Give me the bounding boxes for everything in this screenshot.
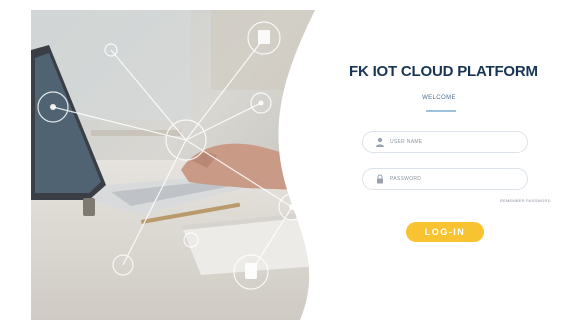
password-input[interactable] (390, 173, 520, 185)
login-page: FK IOT CLOUD PLATFORM WELCOME REMEMBER P… (0, 0, 570, 320)
password-field[interactable] (362, 168, 528, 190)
user-icon (376, 137, 384, 147)
lock-icon (377, 174, 383, 184)
username-field[interactable] (362, 131, 528, 153)
title-divider (426, 110, 456, 112)
login-button[interactable]: LOG-IN (406, 222, 484, 242)
username-input[interactable] (390, 136, 520, 148)
login-panel: FK IOT CLOUD PLATFORM WELCOME REMEMBER P… (300, 0, 570, 320)
remember-password-link[interactable]: REMEMBER PASSWORD (500, 198, 551, 203)
welcome-text: WELCOME (422, 95, 456, 101)
page-title: FK IOT CLOUD PLATFORM (349, 63, 538, 80)
